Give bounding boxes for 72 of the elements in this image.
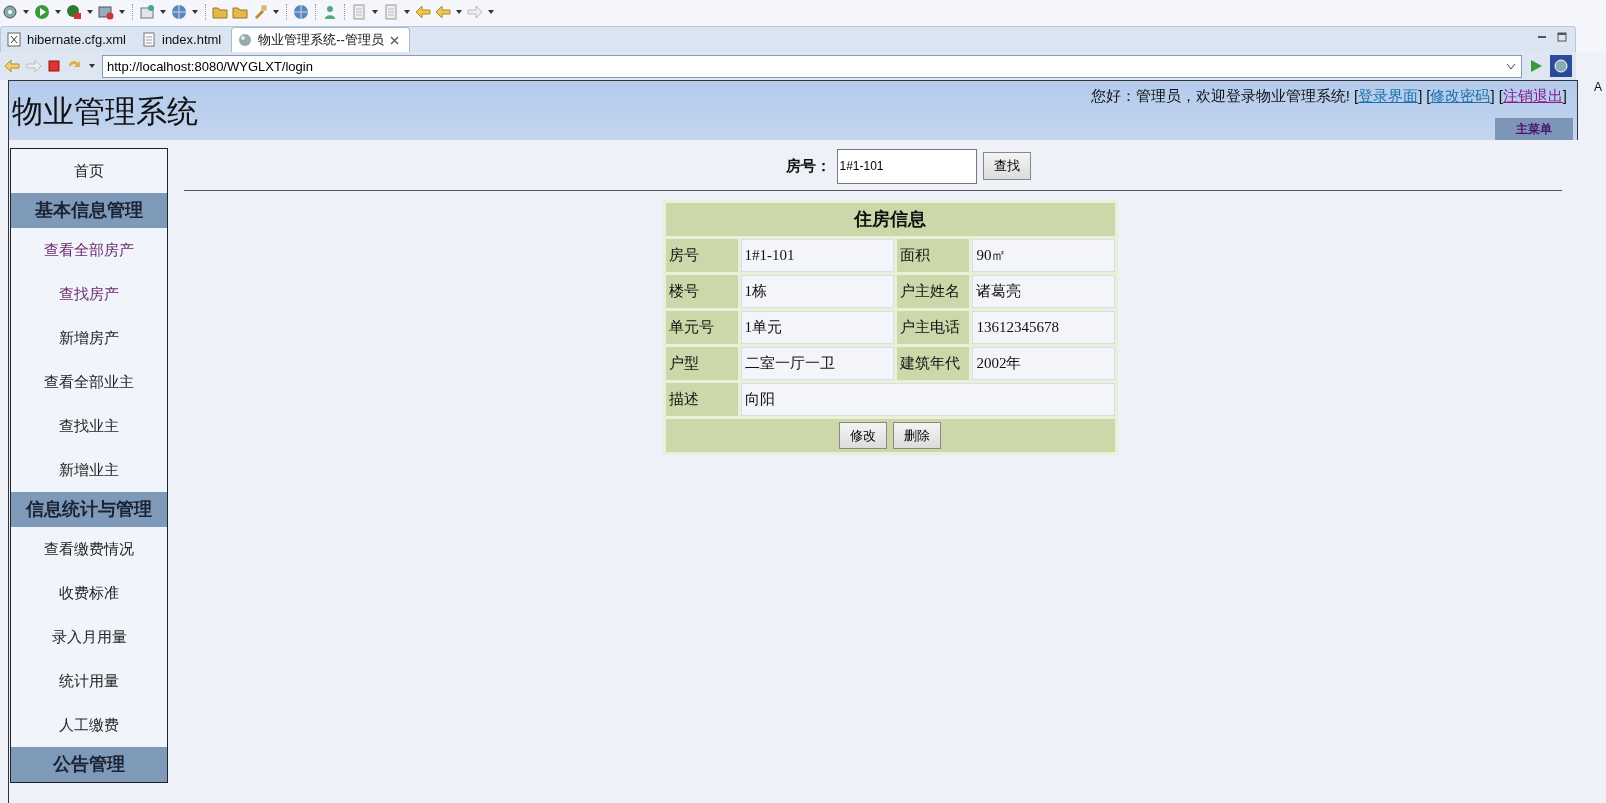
edit-button[interactable]: 修改 xyxy=(839,421,887,450)
bracket-text: ] xyxy=(1490,87,1495,104)
debug-icon[interactable] xyxy=(66,4,82,20)
server-icon[interactable] xyxy=(98,4,114,20)
sidebar-link[interactable]: 查找业主 xyxy=(11,404,167,448)
table-label-cell: 单元号 xyxy=(665,311,738,344)
table-label-cell: 描述 xyxy=(665,383,738,416)
table-cell: 向阳 xyxy=(740,383,1115,416)
chevron-down-icon[interactable] xyxy=(1506,62,1516,71)
table-cell: 二室一厅一卫 xyxy=(740,347,895,380)
search-button[interactable]: 查找 xyxy=(982,152,1031,180)
address-field[interactable]: http://localhost:8080/WYGLXT/login xyxy=(102,54,1522,78)
editor-tab[interactable]: hibernate.cfg.xml xyxy=(1,27,136,52)
sidebar-link[interactable]: 录入月用量 xyxy=(11,615,167,659)
table-cell: 2002年 xyxy=(972,347,1115,380)
delete-button[interactable]: 删除 xyxy=(893,421,941,450)
globe-icon xyxy=(238,32,253,48)
document-icon xyxy=(142,32,156,47)
table-label-cell: 房号 xyxy=(665,239,738,272)
globe-button-icon[interactable] xyxy=(1550,55,1572,77)
bracket-text: [ xyxy=(1353,87,1359,104)
go-icon[interactable] xyxy=(1528,58,1544,74)
side-label: A xyxy=(1594,79,1602,96)
sidebar-link[interactable]: 人工缴费 xyxy=(11,703,167,747)
sidebar-link[interactable]: 查找房产 xyxy=(11,272,167,316)
sidebar-link[interactable]: 新增业主 xyxy=(11,448,167,492)
table-cell: 90㎡ xyxy=(972,239,1115,272)
header-link[interactable]: 登录界面 xyxy=(1358,87,1419,104)
sidebar-heading: 基本信息管理 xyxy=(11,193,167,228)
close-icon[interactable] xyxy=(389,35,399,45)
field-label: 房号： xyxy=(785,155,831,176)
sidebar-heading: 信息统计与管理 xyxy=(11,492,167,527)
greeting-text: 您好：管理员，欢迎登录物业管理系统! xyxy=(1090,86,1350,106)
xml-file-icon xyxy=(7,32,21,47)
sidebar-link[interactable]: 查看全部房产 xyxy=(11,228,167,272)
sidebar-link[interactable]: 查看缴费情况 xyxy=(11,527,167,571)
table-cell: 1#1-101 xyxy=(740,239,895,272)
table-cell: 1栋 xyxy=(740,275,895,308)
table-label-cell: 户主姓名 xyxy=(897,275,970,308)
bracket-text: ] xyxy=(1418,87,1423,104)
run-icon[interactable] xyxy=(34,4,50,20)
table-label-cell: 楼号 xyxy=(665,275,738,308)
main-menu-button[interactable]: 主菜单 xyxy=(1495,117,1573,140)
header-link[interactable]: 注销退出 xyxy=(1502,87,1563,104)
site-title: 物业管理系统 xyxy=(12,93,198,131)
house-number-field[interactable]: 1#1-101 xyxy=(836,148,977,184)
folder-icon[interactable] xyxy=(232,4,248,20)
globe-icon[interactable] xyxy=(293,4,309,20)
table-label-cell: 建筑年代 xyxy=(897,347,970,380)
sidebar-link[interactable]: 统计用量 xyxy=(11,659,167,703)
stop-icon[interactable] xyxy=(48,60,60,72)
table-label-cell: 面积 xyxy=(897,239,970,272)
table-label-cell: 户型 xyxy=(665,347,738,380)
header-link[interactable]: 修改密码 xyxy=(1430,87,1491,104)
sidebar-link[interactable]: 首页 xyxy=(11,149,167,193)
sidebar-link[interactable]: 收费标准 xyxy=(11,571,167,615)
sidebar-link[interactable]: 查看全部业主 xyxy=(11,360,167,404)
table-title: 住房信息 xyxy=(665,203,1115,236)
bracket-text: ] xyxy=(1562,87,1567,104)
bracket-text: [ xyxy=(1498,87,1503,104)
table-label-cell: 户主电话 xyxy=(897,311,970,344)
editor-tab[interactable]: index.html xyxy=(136,27,232,52)
bracket-text: [ xyxy=(1426,87,1431,104)
folder-icon[interactable] xyxy=(212,4,228,20)
sidebar-heading: 公告管理 xyxy=(11,747,167,782)
editor-tab[interactable]: 物业管理系统--管理员 xyxy=(231,27,410,52)
table-cell: 1单元 xyxy=(740,311,895,344)
sidebar-link[interactable]: 新增房产 xyxy=(11,316,167,360)
maximize-icon[interactable] xyxy=(1557,32,1567,42)
table-cell: 诸葛亮 xyxy=(972,275,1115,308)
table-cell: 13612345678 xyxy=(972,311,1115,344)
person-icon[interactable] xyxy=(322,4,338,20)
